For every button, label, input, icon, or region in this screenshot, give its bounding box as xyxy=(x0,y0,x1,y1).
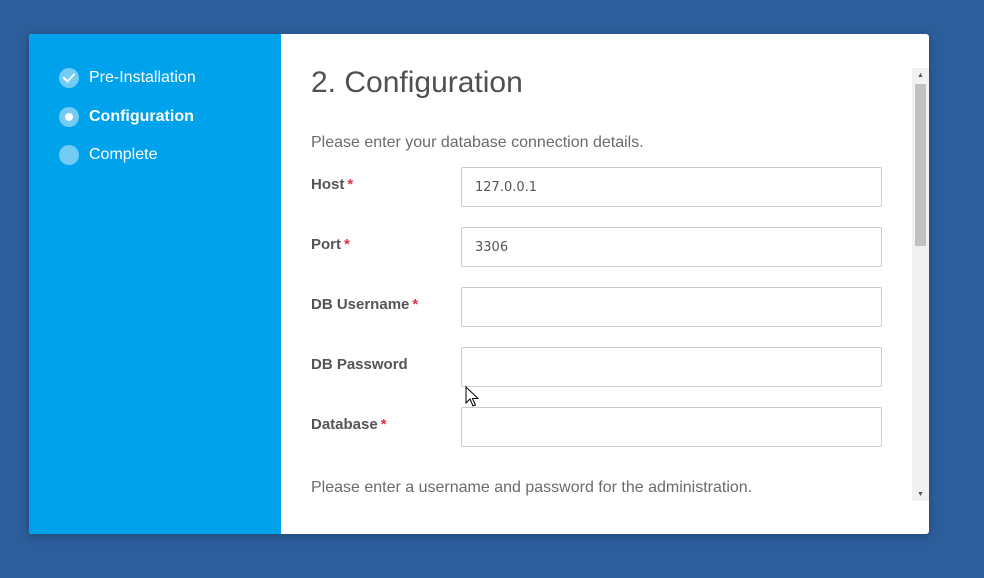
step-label: Pre-Installation xyxy=(89,69,196,86)
database-row: Database * xyxy=(311,407,886,447)
check-icon xyxy=(59,68,79,88)
main-panel: 2. Configuration Please enter your datab… xyxy=(281,34,929,534)
scroll-down-icon[interactable]: ▼ xyxy=(912,487,929,501)
step-pre-installation[interactable]: Pre-Installation xyxy=(59,67,281,89)
db-password-row: DB Password xyxy=(311,347,886,387)
required-marker: * xyxy=(412,296,419,313)
required-marker: * xyxy=(344,236,350,253)
scroll-up-icon[interactable]: ▲ xyxy=(912,68,929,82)
database-input[interactable] xyxy=(461,407,882,447)
page-title: 2. Configuration xyxy=(311,66,523,99)
current-step-icon xyxy=(59,106,79,127)
vertical-scrollbar[interactable]: ▲ ▼ xyxy=(912,68,929,501)
db-password-label: DB Password xyxy=(311,356,408,373)
steps-sidebar: Pre-Installation Configuration Complete xyxy=(29,34,281,534)
pending-step-icon xyxy=(59,145,79,165)
port-input[interactable] xyxy=(461,227,882,267)
step-configuration[interactable]: Configuration xyxy=(59,106,281,128)
db-username-label: DB Username * xyxy=(311,296,419,313)
step-complete[interactable]: Complete xyxy=(59,144,281,166)
admin-intro-text: Please enter a username and password for… xyxy=(311,479,753,496)
required-marker: * xyxy=(347,176,354,193)
step-label: Configuration xyxy=(89,107,194,125)
db-username-row: DB Username * xyxy=(311,287,886,327)
port-label: Port * xyxy=(311,236,350,253)
database-label: Database * xyxy=(311,416,387,433)
db-password-input[interactable] xyxy=(461,347,882,387)
scrollbar-thumb[interactable] xyxy=(915,84,926,246)
db-intro-text: Please enter your database connection de… xyxy=(311,134,644,151)
host-row: Host * xyxy=(311,167,886,207)
db-username-input[interactable] xyxy=(461,287,882,327)
step-label: Complete xyxy=(89,146,158,163)
port-row: Port * xyxy=(311,227,886,267)
host-input[interactable] xyxy=(461,167,882,207)
required-marker: * xyxy=(380,416,387,433)
installer-window: Pre-Installation Configuration Complete … xyxy=(29,34,929,534)
host-label: Host * xyxy=(311,176,354,193)
